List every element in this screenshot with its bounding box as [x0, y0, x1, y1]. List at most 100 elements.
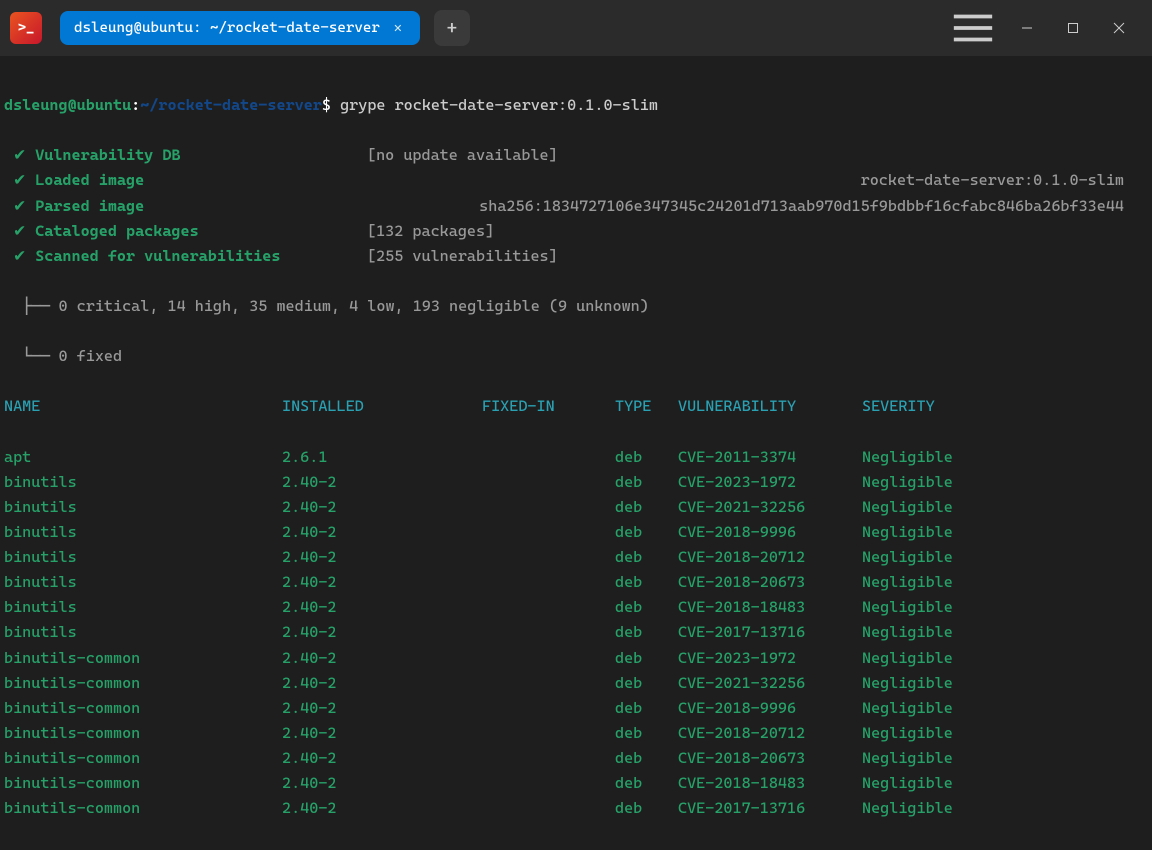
cell-type: deb [615, 646, 678, 671]
cell-severity: Negligible [862, 646, 953, 671]
cell-severity: Negligible [862, 771, 953, 796]
cell-type: deb [615, 721, 678, 746]
step-label: Scanned for vulnerabilities [35, 247, 280, 265]
cell-installed: 2.40-2 [282, 771, 482, 796]
step-label: Cataloged packages [35, 222, 198, 240]
cell-severity: Negligible [862, 495, 953, 520]
table-row: binutils-common2.40-2debCVE-2017-13716Ne… [4, 796, 1148, 821]
cell-type: deb [615, 470, 678, 495]
cell-type: deb [615, 545, 678, 570]
step-line: ✔ Parsed imagesha256:1834727106e347345c2… [4, 194, 1148, 219]
cell-type: deb [615, 796, 678, 821]
terminal-output[interactable]: dsleung@ubuntu:~/rocket-date-server$ gry… [0, 56, 1152, 850]
cell-vulnerability: CVE-2017-13716 [678, 620, 862, 645]
cell-severity: Negligible [862, 520, 953, 545]
cell-type: deb [615, 445, 678, 470]
step-label: Loaded image [35, 171, 144, 189]
cell-severity: Negligible [862, 470, 953, 495]
cell-type: deb [615, 520, 678, 545]
prompt-line: dsleung@ubuntu:~/rocket-date-server$ gry… [4, 93, 1148, 118]
table-row: binutils-common2.40-2debCVE-2018-20673Ne… [4, 746, 1148, 771]
cell-installed: 2.40-2 [282, 646, 482, 671]
cell-severity: Negligible [862, 721, 953, 746]
maximize-button[interactable] [1050, 8, 1096, 48]
cell-vulnerability: CVE-2018-20712 [678, 721, 862, 746]
cell-installed: 2.40-2 [282, 520, 482, 545]
check-icon: ✔ [13, 197, 26, 215]
cell-name: binutils-common [4, 796, 282, 821]
cell-severity: Negligible [862, 796, 953, 821]
cell-type: deb [615, 746, 678, 771]
step-detail: [no update available] [367, 146, 558, 164]
minimize-button[interactable] [1004, 8, 1050, 48]
cell-name: binutils [4, 595, 282, 620]
cell-installed: 2.40-2 [282, 671, 482, 696]
cell-severity: Negligible [862, 570, 953, 595]
cell-type: deb [615, 570, 678, 595]
table-row: binutils-common2.40-2debCVE-2018-20712Ne… [4, 721, 1148, 746]
cell-name: binutils [4, 570, 282, 595]
step-detail-right: rocket-date-server:0.1.0-slim [861, 168, 1148, 193]
cell-vulnerability: CVE-2021-32256 [678, 671, 862, 696]
app-icon: >_ [10, 12, 42, 44]
window-controls [1004, 8, 1142, 48]
tab-close-button[interactable]: ✕ [390, 20, 406, 36]
table-row: binutils2.40-2debCVE-2023-1972Negligible [4, 470, 1148, 495]
tree-end-icon: └── [4, 347, 59, 365]
command-text: grype rocket-date-server:0.1.0-slim [340, 96, 658, 114]
cell-installed: 2.40-2 [282, 495, 482, 520]
vuln-summary-counts: 0 critical, 14 high, 35 medium, 4 low, 1… [59, 297, 649, 315]
cell-vulnerability: CVE-2018-18483 [678, 595, 862, 620]
table-row: binutils2.40-2 debCVE-2018-9996Negligible [4, 520, 1148, 545]
check-icon: ✔ [13, 146, 26, 164]
cell-type: deb [615, 620, 678, 645]
table-row: binutils-common2.40-2debCVE-2021-32256Ne… [4, 671, 1148, 696]
cell-name: binutils-common [4, 771, 282, 796]
table-header: NAMEINSTALLEDFIXED-INTYPEVULNERABILITYSE… [4, 394, 1148, 419]
prompt-user-host: dsleung@ubuntu [4, 96, 131, 114]
cell-vulnerability: CVE-2018-18483 [678, 771, 862, 796]
step-line: ✔ Cataloged packages [132 packages] [4, 219, 1148, 244]
cell-name: binutils [4, 495, 282, 520]
table-row: binutils2.40-2debCVE-2017-13716Negligibl… [4, 620, 1148, 645]
cell-type: deb [615, 495, 678, 520]
cell-severity: Negligible [862, 445, 953, 470]
step-detail-right: sha256:1834727106e347345c24201d713aab970… [479, 194, 1148, 219]
cell-type: deb [615, 771, 678, 796]
terminal-tab[interactable]: dsleung@ubuntu: ~/rocket-date-server ✕ [60, 11, 420, 45]
new-tab-button[interactable]: + [434, 10, 470, 46]
cell-name: binutils-common [4, 646, 282, 671]
check-icon: ✔ [13, 171, 26, 189]
close-button[interactable] [1096, 8, 1142, 48]
prompt-path: ~/rocket-date-server [140, 96, 322, 114]
cell-vulnerability: CVE-2018-9996 [678, 520, 862, 545]
menu-button[interactable] [950, 8, 996, 48]
cell-name: binutils [4, 520, 282, 545]
tree-branch-icon: ├── [4, 297, 59, 315]
cell-name: apt [4, 445, 282, 470]
cell-vulnerability: CVE-2018-20673 [678, 746, 862, 771]
table-row: binutils2.40-2debCVE-2021-32256Negligibl… [4, 495, 1148, 520]
cell-vulnerability: CVE-2018-20712 [678, 545, 862, 570]
cell-name: binutils-common [4, 721, 282, 746]
table-row: binutils2.40-2debCVE-2018-18483Negligibl… [4, 595, 1148, 620]
cell-installed: 2.40-2 [282, 796, 482, 821]
step-line: ✔ Loaded image rocket-date-server:0.1.0-s… [4, 168, 1148, 193]
step-line: ✔ Vulnerability DB[no update available] [4, 143, 1148, 168]
cell-vulnerability: CVE-2023-1972 [678, 646, 862, 671]
cell-type: deb [615, 595, 678, 620]
table-row: binutils2.40-2debCVE-2018-20673Negligibl… [4, 570, 1148, 595]
cell-vulnerability: CVE-2018-9996 [678, 696, 862, 721]
cell-severity: Negligible [862, 620, 953, 645]
cell-installed: 2.40-2 [282, 696, 482, 721]
check-icon: ✔ [13, 222, 26, 240]
table-row: binutils2.40-2debCVE-2018-20712Negligibl… [4, 545, 1148, 570]
cell-name: binutils [4, 470, 282, 495]
cell-vulnerability: CVE-2011-3374 [678, 445, 862, 470]
cell-severity: Negligible [862, 696, 953, 721]
table-row: apt2.6.1debCVE-2011-3374Negligible [4, 445, 1148, 470]
table-row: binutils-common2.40-2debCVE-2018-9996Neg… [4, 696, 1148, 721]
cell-installed: 2.40-2 [282, 470, 482, 495]
cell-installed: 2.40-2 [282, 620, 482, 645]
step-detail: [132 packages] [367, 222, 494, 240]
